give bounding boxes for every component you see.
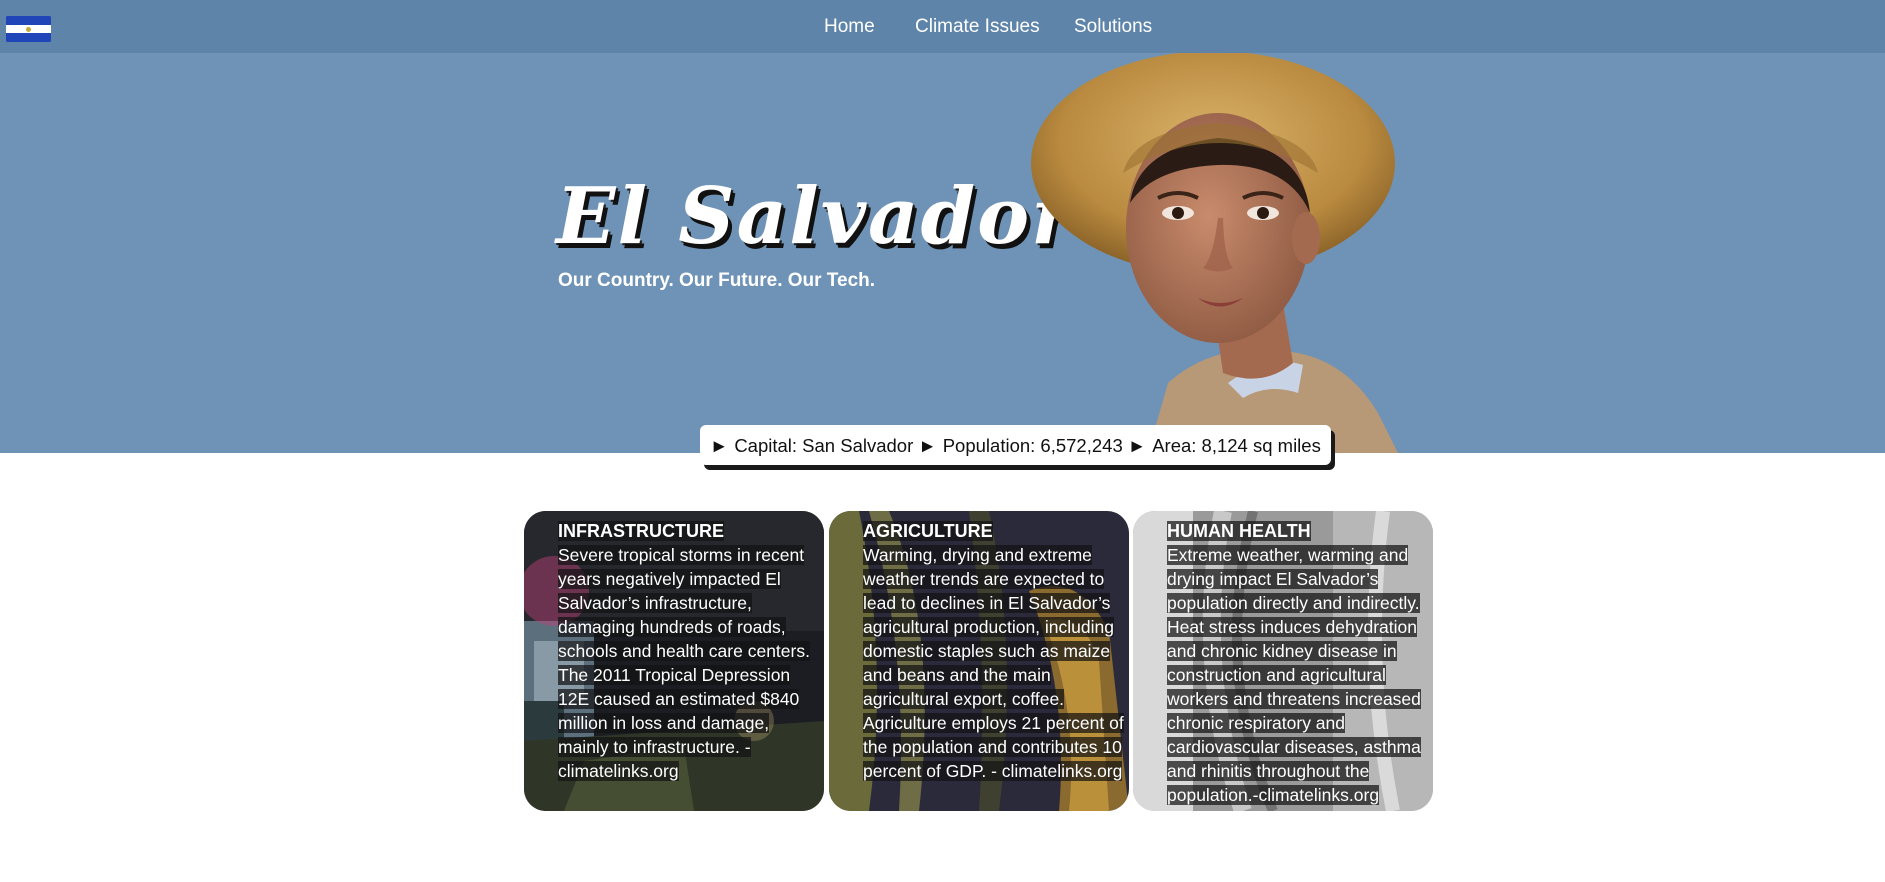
card-title: AGRICULTURE [863, 521, 993, 541]
stat-population: Population: 6,572,243 [942, 435, 1123, 456]
nav-menu: Home Climate Issues Solutions [0, 14, 1885, 40]
arrow-icon: ► [918, 435, 937, 456]
card-text: INFRASTRUCTURE Severe tropical storms in… [558, 519, 820, 783]
stat-capital: Capital: San Salvador [734, 435, 914, 456]
nav-link-climate-issues[interactable]: Climate Issues [915, 14, 1040, 40]
hero-banner: El Salvador Our Country. Our Future. Our… [0, 53, 1885, 453]
stat-area: Area: 8,124 sq miles [1152, 435, 1321, 456]
card-title: HUMAN HEALTH [1167, 521, 1311, 541]
card-human-health[interactable]: HUMAN HEALTH Extreme weather, warming an… [1133, 511, 1433, 811]
country-stats-strip: ► Capital: San Salvador ► Population: 6,57… [700, 425, 1331, 465]
card-infrastructure[interactable]: INFRASTRUCTURE Severe tropical storms in… [524, 511, 824, 811]
arrow-icon: ► [710, 435, 729, 456]
card-body: Severe tropical storms in recent years n… [558, 545, 810, 781]
nav-link-solutions[interactable]: Solutions [1074, 14, 1152, 40]
card-body: Warming, drying and extreme weather tren… [863, 545, 1124, 781]
card-text: AGRICULTURE Warming, drying and extreme … [863, 519, 1125, 783]
top-nav: Home Climate Issues Solutions [0, 0, 1885, 53]
card-title: INFRASTRUCTURE [558, 521, 724, 541]
card-body: Extreme weather, warming and drying impa… [1167, 545, 1421, 805]
nav-link-home[interactable]: Home [824, 14, 875, 40]
page-title: El Salvador [556, 171, 1075, 262]
card-agriculture[interactable]: AGRICULTURE Warming, drying and extreme … [829, 511, 1129, 811]
hero-tagline: Our Country. Our Future. Our Tech. [558, 270, 876, 291]
arrow-icon: ► [1127, 435, 1147, 456]
card-text: HUMAN HEALTH Extreme weather, warming an… [1167, 519, 1429, 807]
boy-in-straw-hat-photo [1031, 53, 1398, 453]
